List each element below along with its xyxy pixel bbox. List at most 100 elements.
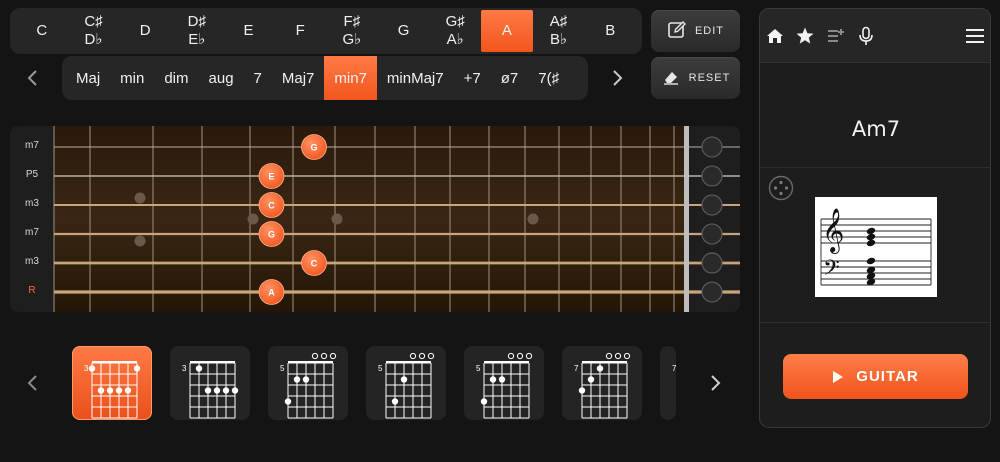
- root-note-3[interactable]: D♯ E♭: [171, 10, 223, 52]
- string-label: R: [28, 285, 36, 296]
- voicing-diagram-0[interactable]: 3: [72, 346, 152, 420]
- voicing-diagram-3[interactable]: 5: [366, 346, 446, 420]
- open-string-toggle[interactable]: [701, 223, 723, 245]
- open-string-toggle[interactable]: [701, 252, 723, 274]
- root-note-5[interactable]: F: [274, 10, 326, 52]
- fret-marker: [527, 213, 539, 225]
- fret-note-label: G: [310, 143, 317, 153]
- home-icon[interactable]: [765, 26, 785, 46]
- quality-4[interactable]: 7: [244, 56, 272, 100]
- voicing-next-button[interactable]: [704, 371, 728, 395]
- root-note-11[interactable]: B: [584, 10, 636, 52]
- quality-1[interactable]: min: [110, 56, 154, 100]
- root-note-1[interactable]: C♯ D♭: [68, 10, 120, 52]
- divider: [760, 167, 990, 168]
- voicing-diagram-4[interactable]: 5: [464, 346, 544, 420]
- string-label: m7: [25, 140, 39, 151]
- voicing-diagram-2[interactable]: 5: [268, 346, 348, 420]
- add-to-list-icon[interactable]: [826, 26, 846, 46]
- star-icon[interactable]: [795, 26, 815, 46]
- voicing-diagram-6[interactable]: 7: [660, 346, 676, 420]
- chord-box-open: [311, 352, 319, 360]
- root-note-enharmonic: A♭: [446, 31, 464, 48]
- nut: [684, 126, 689, 312]
- quality-0[interactable]: Maj: [66, 56, 110, 100]
- menu-icon[interactable]: [965, 26, 985, 46]
- quality-2[interactable]: dim: [154, 56, 198, 100]
- voicing-fret-label: 5: [378, 364, 383, 373]
- fretboard[interactable]: G E C G C A m7 P5 m3 m7 m3 R: [10, 126, 740, 312]
- fret-marker: [134, 235, 146, 247]
- root-note-10[interactable]: A♯ B♭: [533, 10, 585, 52]
- voicing-fret-label: 3: [182, 364, 187, 373]
- chord-box-dot: [106, 387, 114, 394]
- treble-clef-icon: 𝄞: [822, 208, 844, 254]
- open-string-toggle[interactable]: [701, 165, 723, 187]
- quality-10[interactable]: 7(♯: [528, 56, 569, 100]
- quality-next-button[interactable]: [606, 66, 630, 90]
- edit-button[interactable]: EDIT: [651, 10, 740, 52]
- chord-quality-bar: Maj min dim aug 7 Maj7 min7 minMaj7 +7 ø7 7(♯: [62, 56, 588, 100]
- chevron-left-icon: [27, 70, 37, 86]
- root-note-label: C: [36, 22, 48, 39]
- root-note-label: A♯: [549, 13, 568, 30]
- root-note-7[interactable]: G: [378, 10, 430, 52]
- chord-box-open: [409, 352, 417, 360]
- chord-box-open: [516, 352, 524, 360]
- reset-button[interactable]: RESET: [651, 57, 740, 99]
- chord-box-dot: [115, 387, 123, 394]
- voicing-diagram-5[interactable]: 7: [562, 346, 642, 420]
- fretboard-diagram[interactable]: G E C G C A: [10, 126, 740, 312]
- chevron-left-icon: [27, 375, 37, 391]
- quality-3[interactable]: aug: [199, 56, 244, 100]
- string-label: m3: [25, 256, 39, 267]
- chord-box-dot: [302, 376, 310, 383]
- root-note-8[interactable]: G♯ A♭: [429, 10, 481, 52]
- string-interval-labels: m7 P5 m3 m7 m3 R: [10, 126, 54, 312]
- open-string-toggle[interactable]: [701, 136, 723, 158]
- voicing-fret-label: 5: [476, 364, 481, 373]
- root-note-9[interactable]: A: [481, 10, 533, 52]
- fret-note-label: G: [268, 230, 275, 240]
- chord-circle-icon[interactable]: [768, 175, 794, 201]
- root-note-2[interactable]: D: [119, 10, 171, 52]
- root-note-4[interactable]: E: [223, 10, 275, 52]
- divider: [760, 322, 990, 323]
- microphone-icon[interactable]: [856, 26, 876, 46]
- voicing-fret-label: 7: [672, 364, 676, 373]
- bass-clef-icon: 𝄢: [823, 256, 840, 286]
- play-guitar-button[interactable]: GUITAR: [783, 354, 968, 399]
- quality-prev-button[interactable]: [20, 66, 44, 90]
- root-note-enharmonic: G♭: [342, 31, 362, 48]
- grand-staff: 𝄞 𝄢: [820, 208, 932, 286]
- root-note-enharmonic: B♭: [550, 31, 568, 48]
- chord-box-dot: [400, 376, 408, 383]
- quality-8[interactable]: +7: [454, 56, 491, 100]
- chord-box-open: [329, 352, 337, 360]
- chord-box-dot: [231, 387, 239, 394]
- quality-5[interactable]: Maj7: [272, 56, 325, 100]
- string-label: m7: [25, 227, 39, 238]
- fret-note-label: E: [268, 172, 274, 182]
- fret-note-label: A: [268, 288, 275, 298]
- quality-9[interactable]: ø7: [491, 56, 529, 100]
- root-note-label: G: [397, 22, 410, 39]
- voicing-fret-label: 7: [574, 364, 579, 373]
- chord-box-dot: [480, 398, 488, 405]
- chord-box-open: [507, 352, 515, 360]
- open-string-toggle[interactable]: [701, 194, 723, 216]
- play-icon: [833, 370, 844, 383]
- fret-marker: [331, 213, 343, 225]
- root-note-6[interactable]: F♯ G♭: [326, 10, 378, 52]
- panel-toolbar: [760, 9, 990, 63]
- root-note-label: D♯: [187, 13, 207, 30]
- voicing-prev-button[interactable]: [20, 371, 44, 395]
- voicing-fret-label: 5: [280, 364, 285, 373]
- quality-6[interactable]: min7: [324, 56, 377, 100]
- voicing-diagram-1[interactable]: 3: [170, 346, 250, 420]
- open-string-toggle[interactable]: [701, 281, 723, 303]
- quality-7[interactable]: minMaj7: [377, 56, 454, 100]
- chord-box-diagram: 5: [280, 352, 337, 419]
- chord-box-open: [614, 352, 622, 360]
- root-note-0[interactable]: C: [16, 10, 68, 52]
